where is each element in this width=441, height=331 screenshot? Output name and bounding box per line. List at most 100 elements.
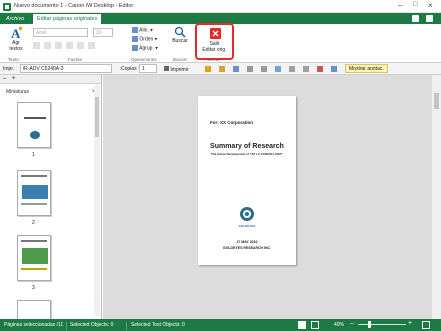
font-size-select[interactable]: 10 <box>93 28 113 37</box>
underline-icon[interactable] <box>55 42 62 49</box>
app-icon <box>3 3 11 11</box>
tab-file[interactable]: Archivo <box>2 14 28 24</box>
thumbnail-page[interactable] <box>17 102 51 148</box>
thumbnail-image <box>22 185 48 199</box>
thumbnails-scrollbar[interactable] <box>94 85 100 317</box>
zoom-in-icon[interactable]: + <box>12 76 16 82</box>
exit-edit-original-button[interactable]: Salir Editar orig. <box>195 23 234 60</box>
group-icon <box>132 45 138 51</box>
copies-label: Copias <box>121 66 137 72</box>
thumbnail-line <box>21 240 47 242</box>
cut-icon[interactable] <box>289 66 295 72</box>
printer-select[interactable]: iR-ADV C5240A-3 <box>20 64 112 73</box>
copy-icon[interactable] <box>233 66 239 72</box>
maximize-icon[interactable]: □ <box>413 1 417 8</box>
thumbnails-title: Miniaturas <box>6 89 30 95</box>
thumbnail-toolbar: – + <box>0 75 101 84</box>
logo-text: GOLDEYES <box>238 224 256 228</box>
group-text-label: Texto <box>8 57 19 62</box>
view-double-icon[interactable] <box>311 321 319 329</box>
scrollbar-thumb[interactable] <box>95 97 99 137</box>
add-text-icon: A <box>11 26 22 40</box>
quick-icons <box>205 66 351 72</box>
order-button[interactable]: Orden ▾ <box>132 36 157 42</box>
help-icon[interactable] <box>412 15 419 22</box>
document-scrollbar[interactable] <box>432 75 441 319</box>
thumbnail-number: 1 <box>32 152 35 158</box>
page-subheading: The future Development of "XX LA CIUDAD … <box>210 152 284 156</box>
thumbnail-line <box>21 268 47 270</box>
search-button[interactable]: Buscar <box>170 26 190 54</box>
font-family-select[interactable]: Arial <box>33 28 88 37</box>
page-date: 17 MAY 2010 <box>236 240 258 244</box>
group-label: Agrup. <box>139 45 154 52</box>
align-button[interactable]: Alin. ▾ <box>132 27 153 33</box>
copies-field[interactable]: 1 <box>139 64 157 73</box>
align-left-icon[interactable] <box>66 42 73 49</box>
show-annotations-label: Mostrar anotac. <box>349 66 384 72</box>
selected-objects-status: Selected Objects: 0 <box>70 322 114 328</box>
document-page[interactable]: For: XX Corporation Summary of Research … <box>198 96 296 265</box>
order-icon <box>132 36 138 42</box>
exit-icon <box>210 28 221 39</box>
undo-icon[interactable] <box>247 66 253 72</box>
zoom-slider[interactable] <box>358 324 406 325</box>
bold-icon[interactable] <box>33 42 40 49</box>
align-right-icon[interactable] <box>88 42 95 49</box>
quick-toolbar: Impr. iR-ADV C5240A-3 Copias 1 Imprimir … <box>0 63 441 75</box>
ribbon: A Agr textos Texto Arial 10 Fuente Alin.… <box>0 23 441 63</box>
thumbnail-chart <box>22 248 48 264</box>
minimize-icon[interactable]: – <box>398 1 402 10</box>
thumbnail-page[interactable] <box>17 300 51 319</box>
delete-icon[interactable] <box>317 66 323 72</box>
thumbnail-number: 2 <box>32 220 35 226</box>
page-for: For: XX Corporation <box>210 120 253 125</box>
redo-icon[interactable] <box>261 66 267 72</box>
thumbnail-logo <box>30 131 40 139</box>
page-icon[interactable] <box>331 66 337 72</box>
group-button[interactable]: Agrup. ▾ <box>132 45 158 51</box>
title-bar: Nuevo documento 1 - Canon iW Desktop - E… <box>0 0 441 13</box>
save-icon[interactable] <box>219 66 225 72</box>
paste-icon[interactable] <box>303 66 309 72</box>
printer-label: Impr. <box>3 66 15 72</box>
search-label: Buscar <box>172 38 188 44</box>
scrollbar-thumb[interactable] <box>434 93 439 109</box>
thumbnail-page[interactable] <box>17 170 51 216</box>
print-label: Imprimir <box>170 67 189 73</box>
print-button[interactable]: Imprimir <box>164 66 188 73</box>
ribbon-options-icon[interactable] <box>426 15 433 22</box>
thumbnail-line <box>21 175 47 177</box>
align-center-icon[interactable] <box>77 42 84 49</box>
status-divider <box>126 322 127 330</box>
zoom-out-icon[interactable]: – <box>3 76 6 82</box>
rotate-icon[interactable] <box>275 66 281 72</box>
open-icon[interactable] <box>205 66 211 72</box>
thumbnail-number: 3 <box>32 285 35 291</box>
italic-icon[interactable] <box>44 42 51 49</box>
zoom-level: 40% <box>334 322 345 328</box>
add-text-button[interactable]: A Agr textos <box>5 26 27 56</box>
view-single-icon[interactable] <box>298 321 306 329</box>
thumbnail-line <box>21 203 47 205</box>
zoom-in-icon[interactable]: + <box>408 320 412 327</box>
selected-text-status: Selected Text Objects: 0 <box>131 322 185 328</box>
window-title: Nuevo documento 1 - Canon iW Desktop - E… <box>14 3 134 9</box>
align-icon <box>132 27 138 33</box>
close-icon[interactable]: × <box>428 1 433 10</box>
page-company: GOLDEYES RESEARCH INC. <box>222 246 272 250</box>
tab-edit-original-pages[interactable]: Editar páginas originales <box>33 14 102 24</box>
status-bar: Páginas seleccionadas /11 Selected Objec… <box>0 319 441 331</box>
fit-page-icon[interactable] <box>422 321 430 329</box>
show-annotations-button[interactable]: Mostrar anotac. <box>345 64 388 73</box>
thumbnail-page[interactable] <box>17 235 51 281</box>
goldeyes-logo <box>240 207 254 221</box>
order-label: Orden <box>139 36 154 43</box>
page-heading: Summary of Research <box>210 143 284 150</box>
zoom-out-icon[interactable]: – <box>350 320 354 327</box>
thumbnails-pane: – + Miniaturas × 1 2 3 <box>0 75 102 319</box>
zoom-slider-thumb[interactable] <box>368 321 371 328</box>
group-close-label: Cerrar <box>207 57 220 62</box>
selected-pages-status: Páginas seleccionadas /11 <box>4 322 64 328</box>
align-label: Alin. <box>139 27 149 34</box>
